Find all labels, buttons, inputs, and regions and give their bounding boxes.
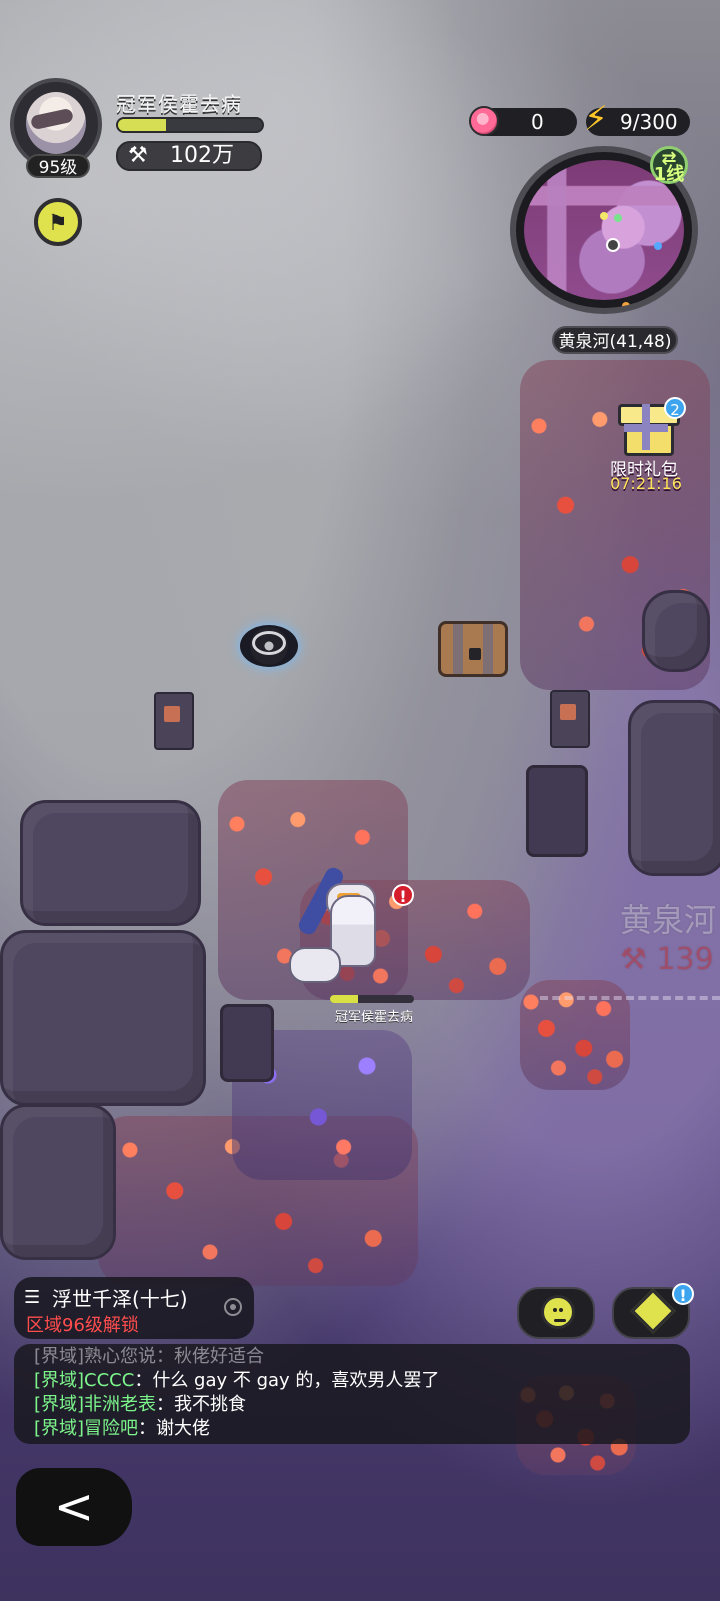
back-button[interactable]: < (16, 1468, 132, 1546)
minimap-marker (614, 214, 622, 222)
alert-badge: ! (672, 1283, 694, 1305)
rock-cluster (0, 930, 206, 1106)
player-hp-fill (118, 119, 166, 131)
warning-icon: ! (392, 884, 414, 906)
server-line-badge[interactable]: ⇄ 1线 (650, 146, 688, 184)
energy-value: 9/300 (620, 110, 678, 134)
chat-text: ：我不挑食 (156, 1394, 247, 1415)
chat-panel[interactable]: [界域]熟心您说：秋佬好适合 [界域]CCCC：什么 gay 不 gay 的，喜… (14, 1344, 690, 1444)
chat-header[interactable]: ☰ 浮世千泽(十七) 区域96级解锁 (14, 1277, 254, 1339)
chat-user: CCCC (84, 1370, 135, 1391)
minimap-marker (600, 212, 608, 220)
portal-ring (252, 631, 286, 655)
box-icon (630, 1288, 676, 1334)
player-overhead-hp-fill (330, 995, 358, 1003)
player-name: 冠军侯霍去病 (116, 92, 242, 116)
server-line-label: 1线 (653, 164, 685, 185)
stone-lantern (154, 692, 194, 750)
location-label: 黄泉河(41,48) (552, 326, 678, 354)
chat-faded-line: [界域]熟心您说：秋佬好适合 (34, 1346, 265, 1367)
stone-monument (526, 765, 588, 857)
neutral-face-icon (541, 1295, 575, 1329)
gift-timer: 07:21:16 (610, 474, 682, 493)
chat-message: [界域]冒险吧：谢大佬 (34, 1414, 210, 1440)
chat-tag: [界域] (34, 1394, 85, 1415)
rock-cluster (0, 1104, 116, 1260)
rock-column (628, 700, 720, 876)
minimap-marker (654, 242, 662, 250)
stone-monument (220, 1004, 274, 1082)
zone-boundary-line (540, 996, 720, 1000)
chat-message: [界域]非洲老表：我不挑食 (34, 1390, 246, 1416)
rock-cluster (20, 800, 201, 926)
rock-boulder (642, 590, 710, 672)
peach-count: 0 (531, 110, 544, 134)
pet-companion (289, 947, 341, 983)
player-hp-bar (116, 117, 264, 133)
chat-user: 冒险吧 (84, 1418, 139, 1439)
emoji-button[interactable] (517, 1287, 595, 1339)
treasure-chest[interactable] (438, 621, 508, 677)
energy-resource: ⚡ 9/300 (584, 99, 690, 139)
player-overhead-hp (330, 995, 414, 1003)
flag-icon: ⚑ (48, 211, 68, 236)
gift-badge: 2 (664, 397, 686, 419)
chest-lock-icon (469, 648, 481, 660)
emoji-mouth (554, 1319, 566, 1322)
minimap-marker (622, 302, 630, 308)
peach-resource: 0 (469, 106, 577, 136)
chat-list-icon: ☰ (24, 1287, 41, 1308)
chat-tag: [界域] (34, 1418, 85, 1439)
top-hud: 95级 冠军侯霍去病 ⚒ 102万 ⚑ 0 ⚡ 9/300 ⇄ 1线 黄泉河(4… (0, 0, 720, 360)
offscreen-zone-power-value: 139 (656, 942, 714, 977)
chat-message: [界域]CCCC：什么 gay 不 gay 的，喜欢男人罢了 (34, 1366, 439, 1392)
peach-icon (469, 106, 499, 136)
level-badge: 95级 (26, 154, 90, 178)
chat-text: ：什么 gay 不 gay 的，喜欢男人罢了 (134, 1370, 440, 1391)
target-icon[interactable] (224, 1298, 242, 1316)
flag-button[interactable]: ⚑ (34, 198, 82, 246)
offscreen-zone-name: 黄泉河 (620, 901, 717, 939)
offscreen-zone-power: ⚒ 139 (620, 942, 714, 977)
chat-text: ：谢大佬 (138, 1418, 211, 1439)
stone-lantern (550, 690, 590, 748)
power-icon: ⚒ (128, 143, 148, 168)
player-overhead-name: 冠军侯霍去病 (334, 1010, 413, 1025)
lightning-icon: ⚡ (584, 99, 608, 139)
minimap-player-marker (606, 238, 620, 252)
chat-user: 非洲老表 (84, 1394, 157, 1415)
gift-ribbon-icon (624, 424, 668, 432)
chat-unlock-text: 区域96级解锁 (26, 1315, 139, 1336)
power-value: 102万 (170, 143, 234, 168)
chat-tag: [界域] (34, 1370, 85, 1391)
offscreen-zone-label: 黄泉河 ⚒ 139 (620, 900, 716, 980)
power-display: ⚒ 102万 (116, 141, 262, 171)
chat-channel-name: 浮世千泽(十七) (52, 1287, 188, 1311)
